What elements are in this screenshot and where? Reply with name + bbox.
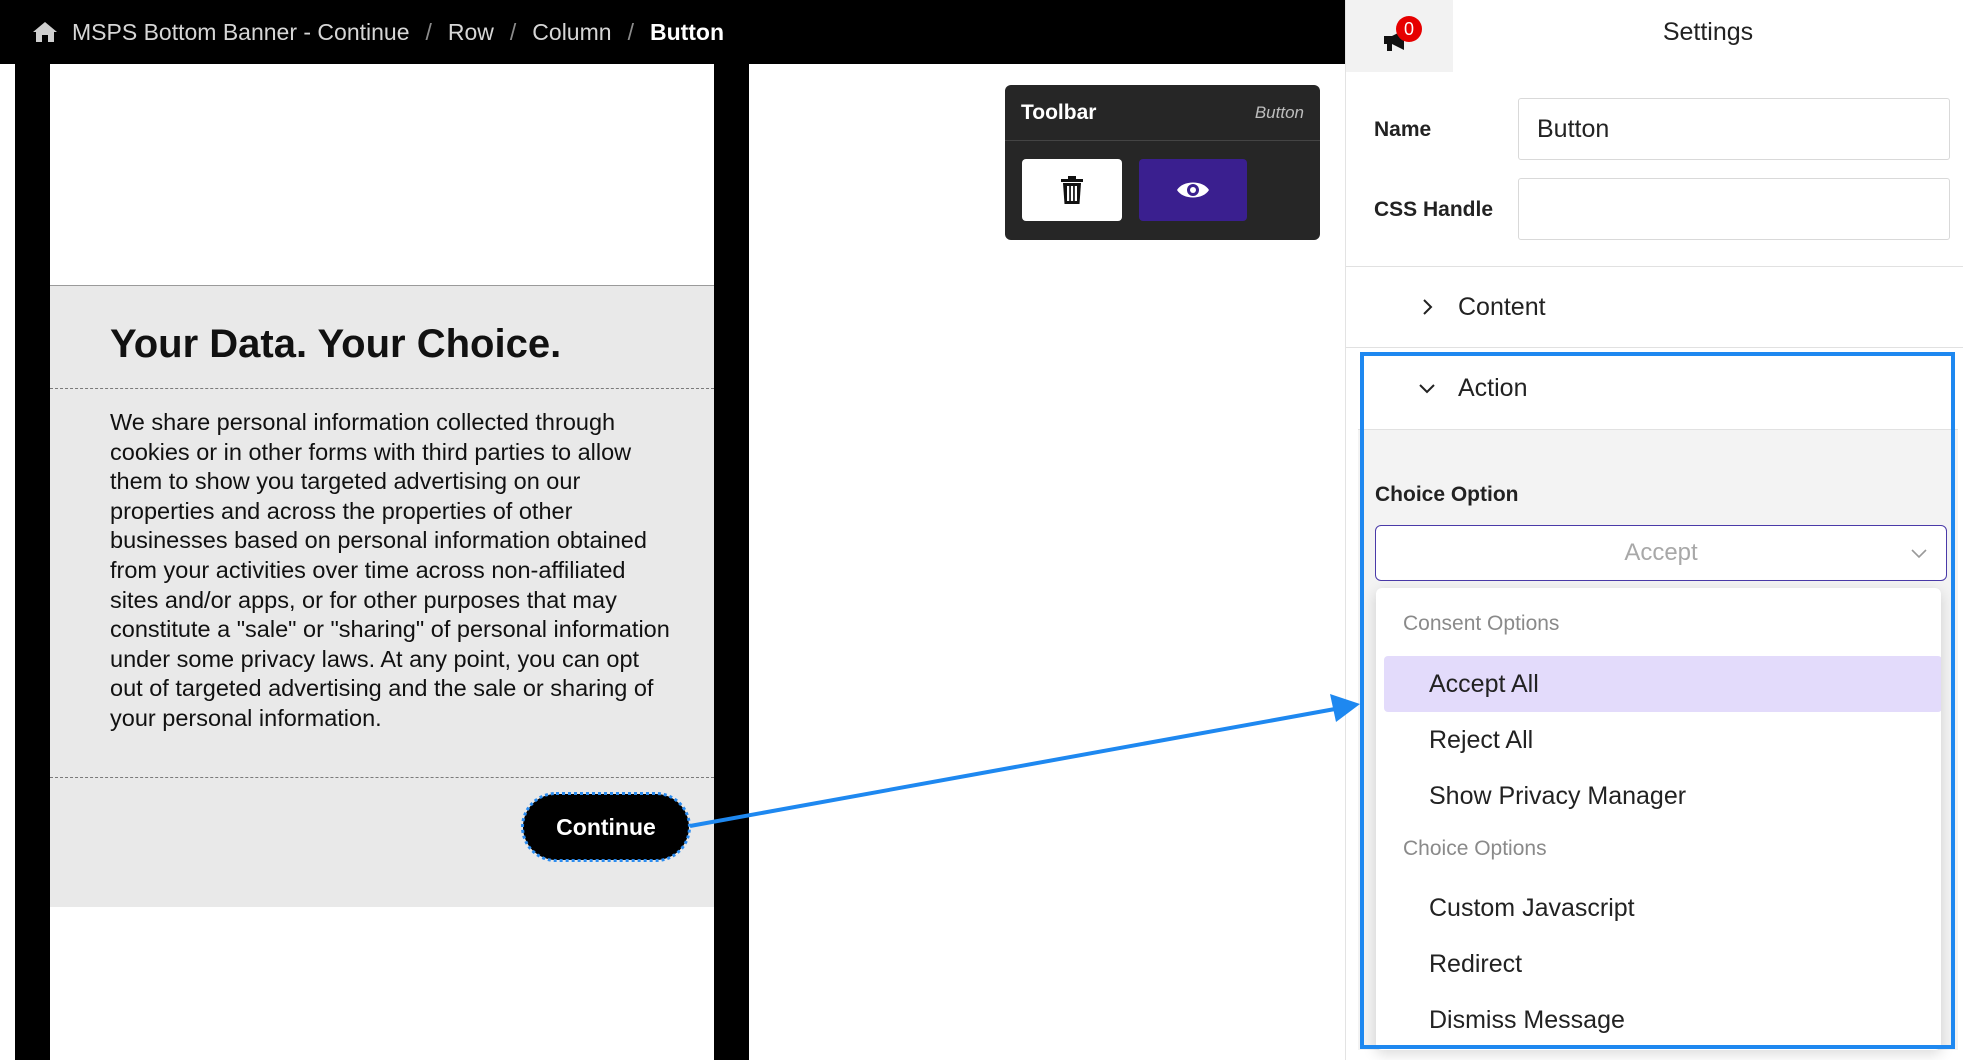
dropdown-option-redirect[interactable]: Redirect <box>1384 936 1941 992</box>
banner-body-text[interactable]: We share personal information collected … <box>110 408 670 734</box>
notifications-button[interactable]: 0 <box>1346 0 1453 72</box>
choice-option-label: Choice Option <box>1375 483 1519 506</box>
panel-title: Settings <box>1662 18 1754 46</box>
breadcrumb: MSPS Bottom Banner - Continue / Row / Co… <box>0 0 1345 64</box>
privacy-banner[interactable]: Your Data. Your Choice. We share persona… <box>50 285 714 907</box>
canvas-frame-right <box>714 64 749 1060</box>
banner-title[interactable]: Your Data. Your Choice. <box>110 322 561 367</box>
breadcrumb-item-row[interactable]: Row <box>448 19 494 46</box>
eye-icon <box>1177 182 1209 198</box>
breadcrumb-separator: / <box>509 18 517 45</box>
content-section-toggle[interactable]: Content <box>1346 267 1963 347</box>
choice-option-dropdown: Consent Options Accept All Reject All Sh… <box>1376 588 1941 1050</box>
chevron-down-icon <box>1419 384 1435 394</box>
css-handle-input[interactable] <box>1518 178 1950 240</box>
choice-option-value: Accept <box>1624 539 1698 566</box>
content-section-label: Content <box>1458 292 1546 321</box>
breadcrumb-item-button: Button <box>649 18 725 45</box>
name-label: Name <box>1374 118 1432 141</box>
choice-option-select[interactable]: Accept <box>1375 525 1947 581</box>
canvas-frame-left <box>15 64 50 1060</box>
dropdown-group-choice: Choice Options <box>1403 837 1547 860</box>
css-handle-label: CSS Handle <box>1374 198 1494 221</box>
name-input[interactable] <box>1518 98 1950 160</box>
continue-button[interactable]: Continue <box>521 792 691 862</box>
breadcrumb-separator: / <box>425 18 432 45</box>
notification-badge: 0 <box>1396 16 1422 42</box>
dropdown-option-accept-all[interactable]: Accept All <box>1384 656 1941 712</box>
breadcrumb-item-column[interactable]: Column <box>532 19 611 46</box>
dropdown-option-show-privacy-manager[interactable]: Show Privacy Manager <box>1384 768 1941 824</box>
dropdown-option-custom-javascript[interactable]: Custom Javascript <box>1384 880 1941 936</box>
chevron-down-icon <box>1911 549 1927 559</box>
dropdown-option-reject-all[interactable]: Reject All <box>1384 712 1941 768</box>
dropdown-group-consent: Consent Options <box>1403 612 1560 635</box>
settings-panel: 0 Settings Name CSS Handle Content Actio… <box>1345 0 1963 1060</box>
delete-button[interactable] <box>1022 159 1122 221</box>
toolbar-title: Toolbar <box>1021 100 1097 124</box>
action-section-label: Action <box>1458 373 1528 402</box>
trash-icon <box>1061 176 1083 204</box>
breadcrumb-item-message[interactable]: MSPS Bottom Banner - Continue <box>72 19 410 46</box>
preview-button[interactable] <box>1139 159 1247 221</box>
chevron-right-icon <box>1423 299 1433 315</box>
toolbar-element-type: Button <box>1254 102 1304 122</box>
dropdown-option-dismiss-message[interactable]: Dismiss Message <box>1384 992 1941 1048</box>
breadcrumb-separator: / <box>627 18 634 45</box>
banner-divider <box>50 388 714 389</box>
element-toolbar: Toolbar Button <box>1005 85 1320 240</box>
toolbar-header: Toolbar Button <box>1005 85 1320 141</box>
action-section-toggle[interactable]: Action <box>1346 348 1963 428</box>
banner-divider <box>50 777 714 778</box>
home-icon[interactable] <box>32 20 58 44</box>
